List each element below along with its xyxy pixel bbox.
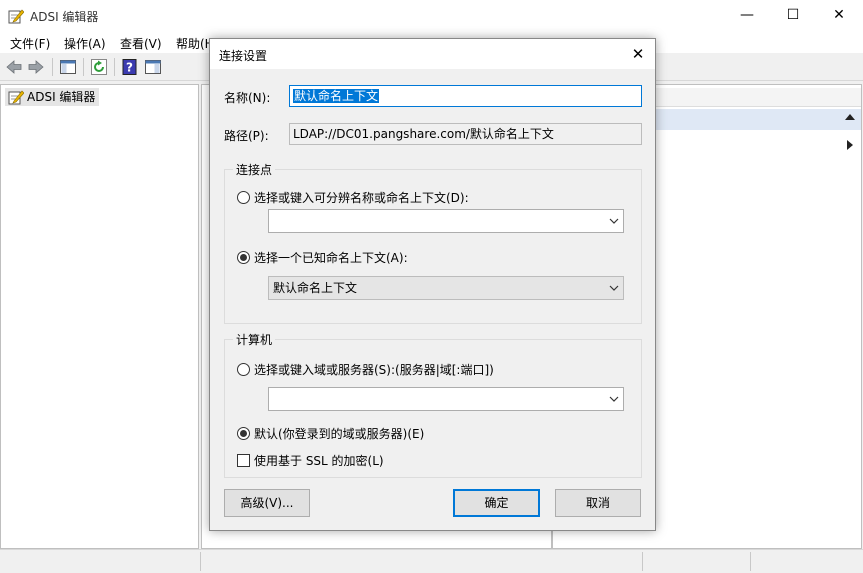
toolbar-separator: [114, 58, 115, 76]
forward-arrow-icon[interactable]: [27, 58, 45, 76]
group-title: 连接点: [233, 161, 276, 178]
name-label: 名称(N):: [224, 91, 271, 105]
show-hide-tree-icon[interactable]: [59, 58, 77, 76]
status-divider: [750, 552, 751, 571]
more-actions-arrow-icon[interactable]: [847, 140, 853, 150]
show-hide-action-pane-icon[interactable]: [144, 58, 162, 76]
radio-selected-dot: [240, 430, 247, 437]
close-button[interactable]: ✕: [816, 0, 862, 30]
radio-known-naming-context[interactable]: [237, 251, 250, 264]
path-label: 路径(P):: [224, 129, 269, 143]
dialog-close-button[interactable]: ✕: [624, 42, 652, 66]
adsi-edit-icon: [8, 90, 24, 105]
group-title: 计算机: [233, 331, 276, 348]
radio-known-naming-context-label[interactable]: 选择一个已知命名上下文(A):: [254, 249, 408, 266]
known-naming-context-select[interactable]: 默认命名上下文: [268, 276, 624, 300]
window-title: ADSI 编辑器: [30, 10, 99, 24]
chevron-down-icon: [609, 396, 619, 402]
title-bar: ADSI 编辑器 — ☐ ✕: [0, 0, 863, 32]
status-divider: [642, 552, 643, 571]
select-value: 默认命名上下文: [273, 281, 358, 295]
console-tree[interactable]: ADSI 编辑器: [0, 84, 199, 549]
connection-settings-dialog: 连接设置 ✕ 名称(N): 默认命名上下文 路径(P): LDAP://DC01…: [209, 38, 656, 531]
dialog-title-bar: 连接设置 ✕: [210, 39, 655, 69]
maximize-button[interactable]: ☐: [770, 0, 816, 30]
radio-distinguished-name[interactable]: [237, 191, 250, 204]
advanced-button[interactable]: 高级(V)...: [224, 489, 310, 517]
radio-selected-dot: [240, 254, 247, 261]
radio-distinguished-name-label[interactable]: 选择或键入可分辨名称或命名上下文(D):: [254, 189, 469, 206]
radio-domain-or-server-label[interactable]: 选择或键入域或服务器(S):(服务器|域[:端口]): [254, 361, 494, 378]
status-divider: [200, 552, 201, 571]
ok-button[interactable]: 确定: [453, 489, 540, 517]
name-input[interactable]: 默认命名上下文: [289, 85, 642, 107]
path-field: LDAP://DC01.pangshare.com/默认命名上下文: [289, 123, 642, 145]
back-arrow-icon[interactable]: [5, 58, 23, 76]
computer-group: 计算机 选择或键入域或服务器(S):(服务器|域[:端口]) 默认(你登录到的域…: [224, 331, 642, 478]
menu-view[interactable]: 查看(V): [120, 35, 162, 52]
menu-file[interactable]: 文件(F): [10, 35, 50, 52]
cancel-button[interactable]: 取消: [555, 489, 641, 517]
menu-action[interactable]: 操作(A): [64, 35, 106, 52]
radio-default-domain-label[interactable]: 默认(你登录到的域或服务器)(E): [254, 425, 424, 442]
dialog-title: 连接设置: [219, 49, 268, 63]
connection-point-group: 连接点 选择或键入可分辨名称或命名上下文(D): 选择一个已知命名上下文(A):…: [224, 161, 642, 324]
toolbar-separator: [83, 58, 84, 76]
refresh-icon[interactable]: [90, 58, 108, 76]
ssl-checkbox-label[interactable]: 使用基于 SSL 的加密(L): [254, 452, 384, 469]
adsi-edit-icon: [8, 9, 24, 24]
help-icon[interactable]: ?: [121, 58, 139, 76]
chevron-down-icon: [609, 218, 619, 224]
toolbar-separator: [52, 58, 53, 76]
distinguished-name-combo[interactable]: [268, 209, 624, 233]
svg-text:?: ?: [126, 61, 133, 75]
tree-item-adsi-edit[interactable]: ADSI 编辑器: [5, 88, 100, 106]
tree-item-label: ADSI 编辑器: [27, 90, 96, 104]
minimize-button[interactable]: —: [724, 0, 770, 30]
name-input-value: 默认命名上下文: [293, 89, 380, 103]
ssl-checkbox[interactable]: [237, 454, 250, 467]
chevron-down-icon: [609, 285, 619, 291]
radio-domain-or-server[interactable]: [237, 363, 250, 376]
collapse-up-icon[interactable]: [845, 114, 855, 120]
domain-or-server-combo[interactable]: [268, 387, 624, 411]
status-bar: [0, 549, 863, 573]
radio-default-domain[interactable]: [237, 427, 250, 440]
